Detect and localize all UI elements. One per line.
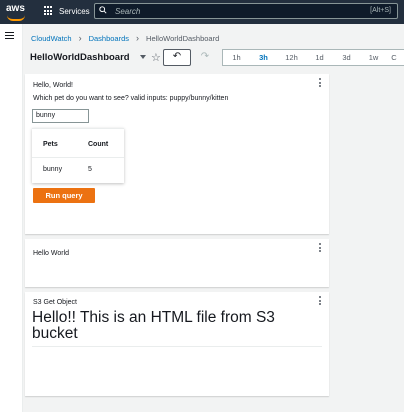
breadcrumb-cloudwatch[interactable]: CloudWatch — [31, 34, 72, 43]
range-3h[interactable]: 3h — [250, 53, 277, 62]
search-placeholder: Search — [115, 7, 141, 16]
hello-world-widget: Hello World — [25, 239, 329, 287]
range-3d[interactable]: 3d — [333, 53, 360, 62]
s3-html-content: Hello!! This is an HTML file from S3 buc… — [32, 309, 275, 342]
results-table: Pets Count bunny 5 — [32, 128, 124, 183]
range-12h[interactable]: 12h — [277, 53, 306, 62]
redo-button[interactable]: ↷ — [195, 49, 215, 66]
widget-title: Hello World — [33, 250, 70, 257]
aws-smile-icon — [7, 15, 25, 21]
undo-icon: ↶ — [172, 51, 182, 62]
star-icon[interactable]: ☆ — [151, 51, 161, 64]
range-1w[interactable]: 1w — [360, 53, 387, 62]
chevron-right-icon: › — [136, 33, 140, 43]
range-custom[interactable]: C — [387, 53, 401, 62]
column-header-count: Count — [88, 141, 109, 148]
s3-object-widget: S3 Get Object Hello!! This is an HTML fi… — [25, 292, 329, 396]
content-divider — [32, 346, 322, 347]
chevron-right-icon: › — [78, 33, 82, 43]
services-menu[interactable]: Services — [44, 6, 90, 16]
hamburger-menu-icon[interactable] — [5, 32, 14, 41]
search-shortcut: [Alt+S] — [370, 7, 391, 14]
aws-logo-text: aws — [6, 3, 25, 14]
side-navigation — [0, 24, 23, 412]
redo-icon: ↷ — [200, 51, 210, 62]
widget-prompt: Which pet do you want to see? valid inpu… — [33, 95, 229, 102]
run-query-button[interactable]: Run query — [33, 188, 95, 203]
breadcrumb-current: HelloWorldDashboard — [146, 33, 220, 43]
table-cell-pet: bunny — [43, 166, 63, 173]
range-1h[interactable]: 1h — [223, 53, 250, 62]
table-cell-count: 5 — [88, 166, 92, 173]
breadcrumb: CloudWatch › Dashboards › HelloWorldDash… — [31, 33, 219, 43]
aws-logo[interactable]: aws — [6, 3, 28, 21]
time-range-selector: 1h 3h 12h 1d 3d 1w C — [222, 49, 404, 66]
widget-menu-icon[interactable] — [319, 243, 321, 254]
widget-title: S3 Get Object — [33, 299, 77, 306]
table-divider — [32, 157, 124, 158]
breadcrumb-dashboards[interactable]: Dashboards — [89, 34, 129, 43]
search-input[interactable]: Search [Alt+S] — [94, 3, 398, 19]
top-navigation: aws Services Search [Alt+S] — [0, 0, 404, 24]
services-label: Services — [59, 6, 90, 16]
caret-down-icon[interactable] — [140, 55, 146, 59]
query-widget: Hello, World! Which pet do you want to s… — [25, 74, 329, 234]
undo-button[interactable]: ↶ — [163, 49, 191, 66]
widget-title: Hello, World! — [33, 82, 73, 89]
widget-menu-icon[interactable] — [319, 296, 321, 307]
range-1d[interactable]: 1d — [306, 53, 333, 62]
search-icon — [99, 6, 107, 14]
grid-icon — [44, 6, 54, 16]
column-header-pets: Pets — [43, 141, 58, 148]
dashboard-title[interactable]: HelloWorldDashboard — [30, 52, 130, 63]
widget-menu-icon[interactable] — [319, 78, 321, 89]
pet-input[interactable]: bunny — [32, 109, 89, 123]
